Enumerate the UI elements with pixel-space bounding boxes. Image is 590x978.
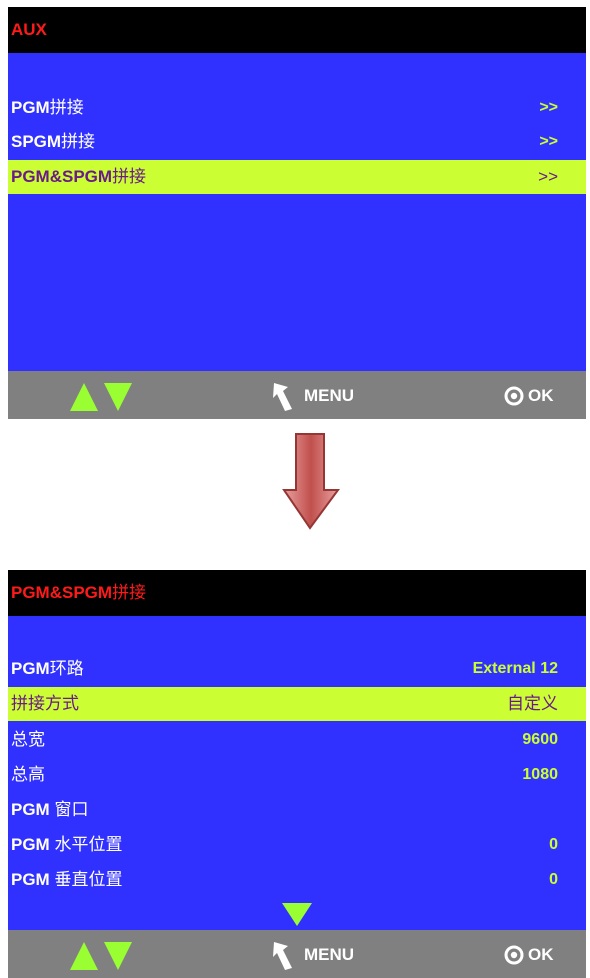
setting-value: 0 bbox=[549, 836, 558, 853]
setting-value: 9600 bbox=[522, 731, 558, 748]
footer-bar: MENU OK bbox=[8, 930, 586, 978]
down-triangle-icon bbox=[278, 901, 316, 932]
setting-value: 1080 bbox=[522, 766, 558, 783]
transition-arrow-icon bbox=[282, 432, 342, 537]
setting-label-cjk: 拼接方式 bbox=[11, 694, 79, 713]
submenu-arrow: >> bbox=[539, 133, 558, 150]
ok-label: OK bbox=[528, 945, 554, 964]
back-arrow-icon bbox=[273, 942, 292, 970]
menu-label: MENU bbox=[304, 945, 355, 964]
setting-splice-mode[interactable]: 拼接方式 自定义 bbox=[8, 687, 586, 721]
setting-label-cjk: 总宽 bbox=[11, 730, 45, 749]
setting-label: PGM bbox=[11, 835, 50, 854]
setting-total-height[interactable]: 总高 1080 bbox=[8, 758, 586, 792]
setting-value: 自定义 bbox=[507, 694, 558, 713]
setting-label: PGM bbox=[11, 870, 50, 889]
menu-item-pgm-splice[interactable]: PGM拼接 >> bbox=[8, 91, 586, 125]
menu-button[interactable]: MENU bbox=[270, 940, 354, 970]
setting-value: External 12 bbox=[472, 660, 558, 677]
back-arrow-icon bbox=[273, 383, 292, 411]
screen-title-cjk: 拼接 bbox=[112, 583, 147, 602]
setting-label: PGM bbox=[11, 659, 50, 678]
ok-button[interactable]: OK bbox=[504, 940, 554, 970]
setting-label-cjk: 总高 bbox=[11, 765, 45, 784]
screen-title-latin: PGM&SPGM bbox=[11, 583, 113, 602]
footer-bar: MENU OK bbox=[8, 371, 586, 419]
menu-item-label: PGM&SPGM bbox=[11, 167, 113, 186]
ok-circle-icon bbox=[504, 386, 524, 406]
menu-item-label-cjk: 拼接 bbox=[49, 98, 84, 117]
setting-label-cjk: 水平位置 bbox=[49, 835, 123, 854]
setting-total-width[interactable]: 总宽 9600 bbox=[8, 723, 586, 757]
menu-item-pgm-spgm-splice[interactable]: PGM&SPGM拼接 >> bbox=[8, 160, 586, 194]
setting-label-cjk: 环路 bbox=[49, 659, 84, 678]
title-bar: AUX bbox=[8, 7, 586, 53]
menu-item-label: PGM bbox=[11, 98, 50, 117]
aux-menu-screen: AUX PGM拼接 >> SPGM拼接 >> PGM&SPGM拼接 >> MEN… bbox=[8, 7, 586, 419]
setting-label-cjk: 窗口 bbox=[49, 800, 89, 819]
ok-button[interactable]: OK bbox=[504, 381, 554, 411]
menu-item-label-cjk: 拼接 bbox=[61, 132, 96, 151]
up-down-arrows-icon[interactable] bbox=[68, 381, 134, 411]
setting-value: 0 bbox=[549, 871, 558, 888]
submenu-arrow: >> bbox=[538, 167, 558, 186]
menu-label: MENU bbox=[304, 386, 355, 405]
menu-item-label-cjk: 拼接 bbox=[112, 167, 147, 186]
setting-pgm-v-position[interactable]: PGM 垂直位置 0 bbox=[8, 863, 586, 897]
setting-label-cjk: 垂直位置 bbox=[49, 870, 123, 889]
ok-label: OK bbox=[528, 386, 554, 405]
setting-pgm-window[interactable]: PGM 窗口 bbox=[8, 793, 586, 827]
menu-item-label: SPGM bbox=[11, 132, 62, 151]
screen-title: AUX bbox=[11, 20, 47, 39]
ok-circle-icon bbox=[504, 945, 524, 965]
submenu-arrow: >> bbox=[539, 99, 558, 116]
menu-item-spgm-splice[interactable]: SPGM拼接 >> bbox=[8, 125, 586, 159]
setting-label: PGM bbox=[11, 800, 50, 819]
splice-settings-screen: PGM&SPGM拼接 PGM环路 External 12 拼接方式 自定义 总宽… bbox=[8, 570, 586, 978]
screen-title: PGM&SPGM拼接 bbox=[11, 570, 146, 616]
title-bar: PGM&SPGM拼接 bbox=[8, 570, 586, 616]
up-down-arrows-icon[interactable] bbox=[68, 940, 134, 970]
setting-pgm-loop[interactable]: PGM环路 External 12 bbox=[8, 652, 586, 686]
menu-button[interactable]: MENU bbox=[270, 381, 354, 411]
setting-pgm-h-position[interactable]: PGM 水平位置 0 bbox=[8, 828, 586, 862]
